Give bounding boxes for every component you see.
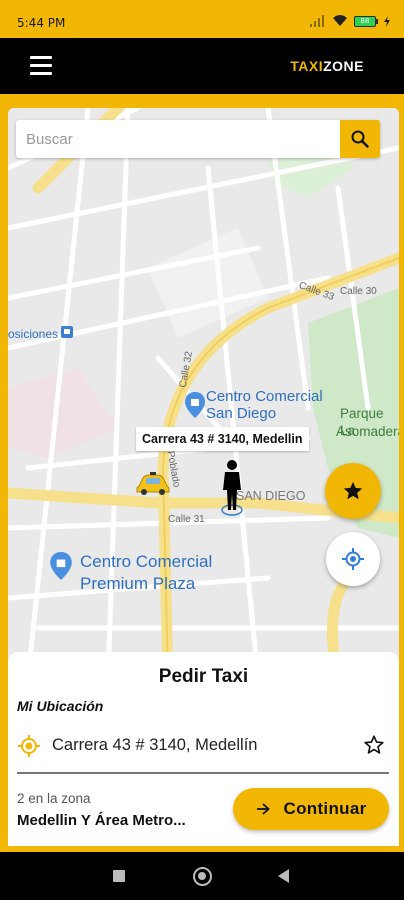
charging-icon — [384, 15, 390, 27]
back-icon[interactable] — [278, 869, 289, 883]
poi-cc-san-diego-2: San Diego — [206, 405, 277, 422]
hamburger-menu-icon[interactable] — [30, 56, 54, 76]
zone-taxi-count: 2 en la zona — [17, 791, 91, 806]
divider — [17, 772, 389, 774]
favorites-button[interactable] — [325, 463, 381, 519]
search-input[interactable] — [16, 120, 338, 158]
card-subtitle: Mi Ubicación — [17, 698, 104, 714]
app-bar: TAXIZONE — [0, 38, 404, 94]
star-icon — [343, 481, 363, 500]
request-taxi-card: Pedir Taxi Mi Ubicación Carrera 43 # 314… — [8, 652, 399, 846]
continue-label: Continuar — [283, 799, 367, 818]
search-button[interactable] — [340, 120, 380, 158]
star-outline-icon[interactable] — [363, 734, 385, 756]
battery-icon: 88 — [354, 15, 378, 27]
poi-premium-plaza-2: Premium Plaza — [80, 574, 196, 593]
pin-address-tooltip: Carrera 43 # 3140, Medellin — [136, 427, 309, 451]
zone-name: Medellin Y Área Metro... — [17, 812, 186, 829]
search-bar — [16, 120, 380, 158]
wifi-icon — [333, 15, 347, 26]
current-location-row[interactable]: Carrera 43 # 3140, Medellín — [17, 732, 389, 760]
poi-cc-san-diego-1: Centro Comercial — [206, 388, 323, 405]
street-label: Calle 30 — [340, 286, 377, 297]
status-icons: 88 — [310, 15, 390, 27]
cell-signal-icon — [310, 15, 324, 27]
park-label-2: Asomadera — [336, 424, 399, 439]
continue-button[interactable]: Continuar — [233, 788, 389, 830]
current-address: Carrera 43 # 3140, Medellín — [52, 736, 258, 754]
recents-icon[interactable] — [113, 870, 125, 882]
gps-target-icon — [18, 735, 40, 757]
brand-logo: TAXIZONE — [290, 58, 364, 74]
poi-label-left: osiciones — [8, 327, 59, 341]
home-icon[interactable] — [193, 867, 212, 886]
card-title: Pedir Taxi — [158, 666, 249, 687]
poi-premium-plaza-1: Centro Comercial — [80, 552, 213, 571]
status-time: 5:44 PM — [17, 16, 66, 30]
my-location-button[interactable] — [326, 532, 380, 586]
my-location-icon — [342, 548, 364, 570]
search-icon — [351, 130, 369, 148]
street-label: Calle 31 — [168, 514, 205, 525]
system-nav-bar — [0, 852, 404, 900]
arrow-right-icon — [256, 803, 270, 815]
map-view[interactable]: osiciones Centro Comercial San Diego Par… — [8, 108, 399, 678]
